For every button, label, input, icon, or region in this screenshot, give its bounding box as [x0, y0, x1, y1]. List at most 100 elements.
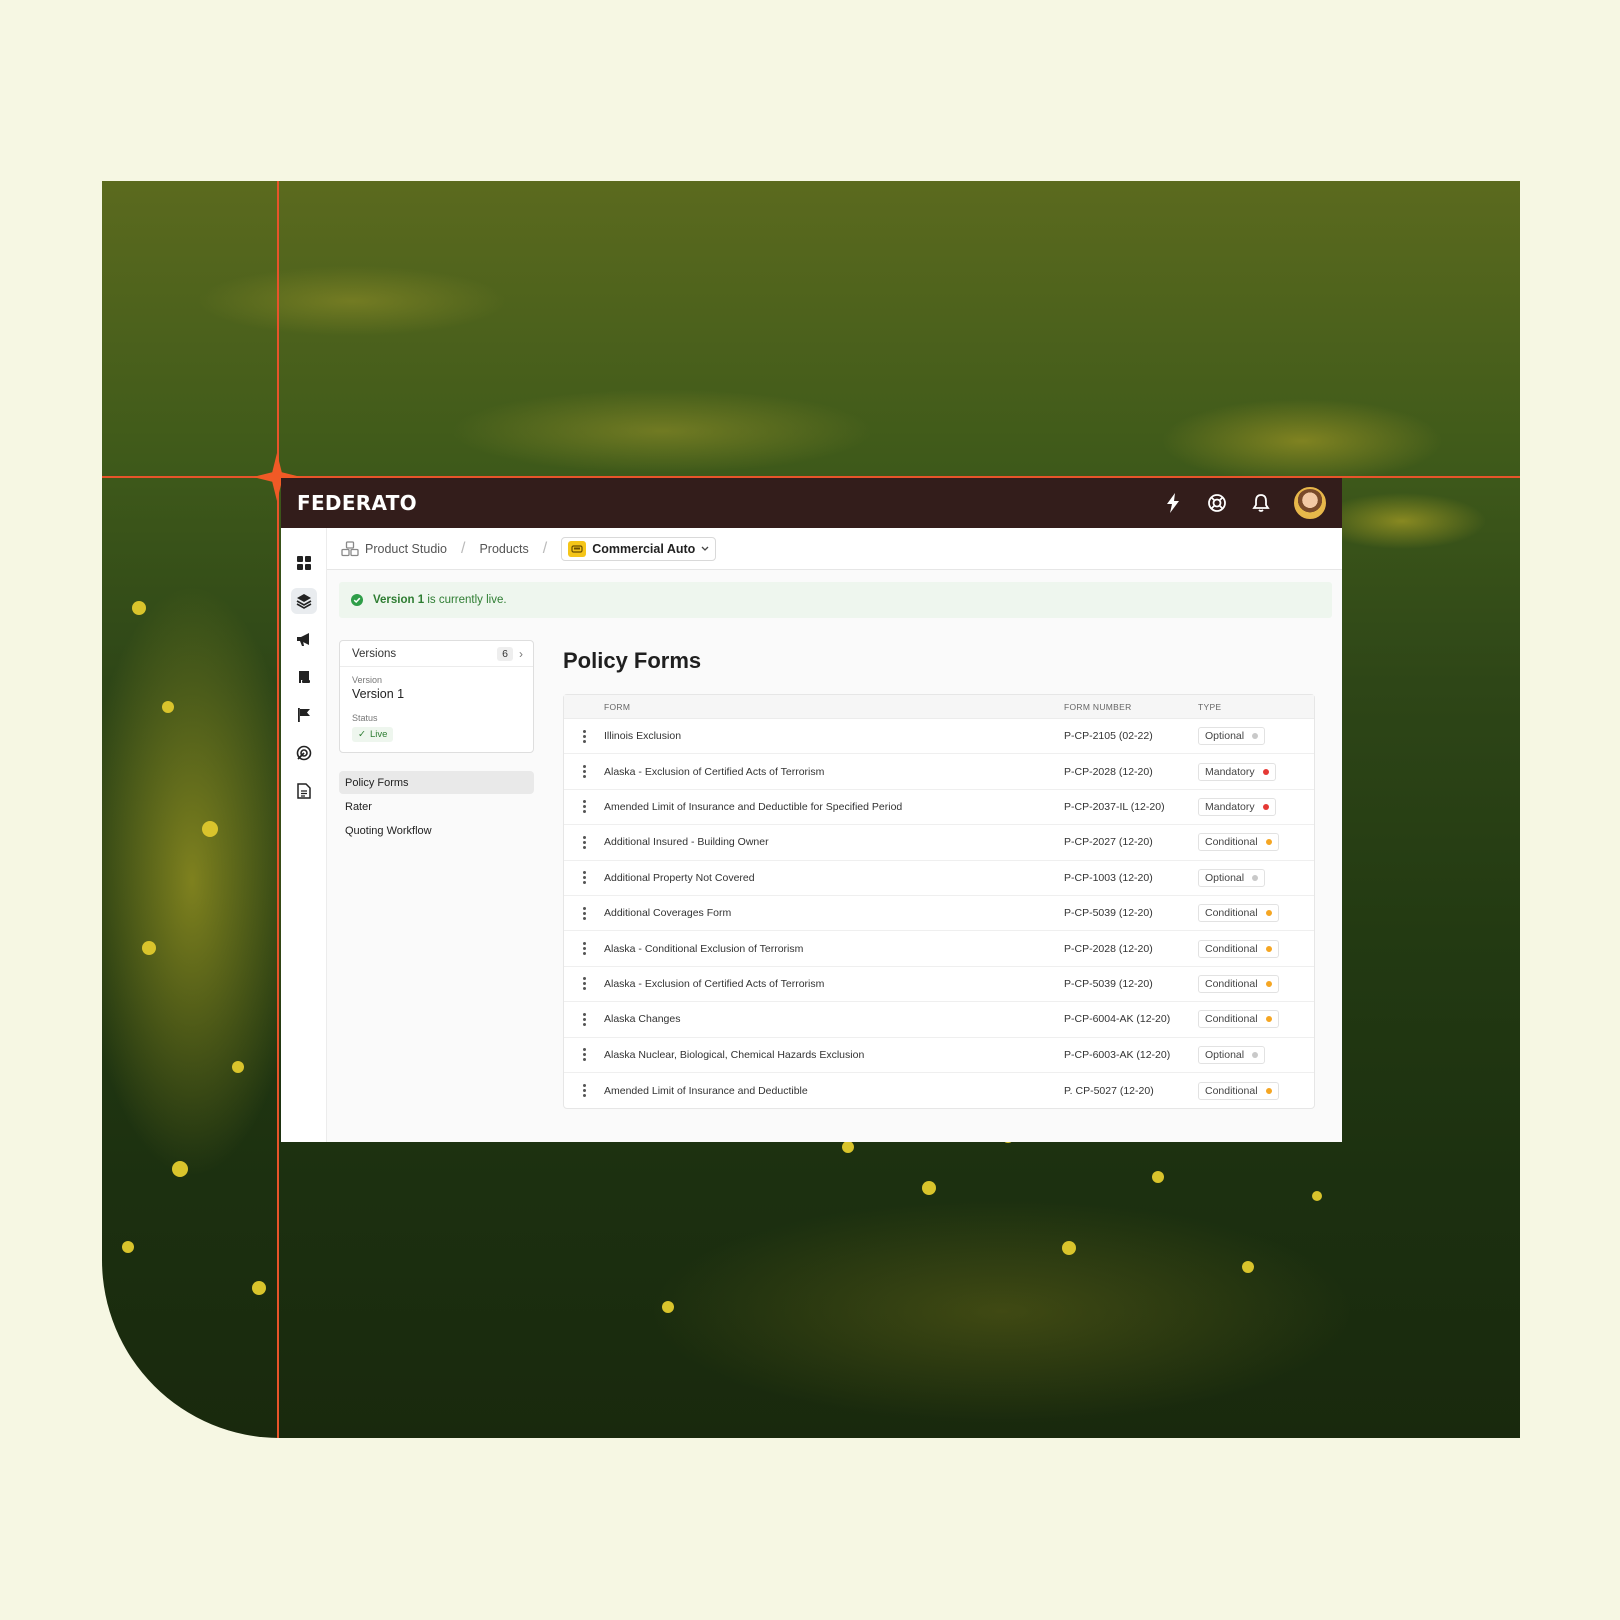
kebab-menu-icon[interactable] — [582, 1012, 586, 1026]
kebab-menu-icon[interactable] — [582, 942, 586, 956]
type-status-dot — [1265, 1087, 1272, 1094]
banner-version: Version 1 — [373, 594, 425, 606]
kebab-menu-icon[interactable] — [582, 1084, 586, 1098]
column-header-type[interactable]: TYPE — [1198, 702, 1314, 712]
flag-icon[interactable] — [291, 702, 317, 728]
table-row[interactable]: Alaska - Conditional Exclusion of Terror… — [564, 931, 1314, 967]
form-name: Alaska Nuclear, Biological, Chemical Haz… — [604, 1048, 865, 1061]
kebab-menu-icon[interactable] — [582, 977, 586, 991]
table-row[interactable]: Illinois Exclusion P-CP-2105 (02-22) Optio… — [564, 719, 1314, 755]
versions-header[interactable]: Versions 6 › — [340, 641, 533, 667]
form-name: Amended Limit of Insurance and Deductibl… — [604, 1084, 808, 1097]
form-name: Additional Insured - Building Owner — [604, 836, 769, 849]
form-number: P-CP-5039 (12-20) — [1064, 977, 1153, 990]
form-name: Alaska - Exclusion of Certified Acts of … — [604, 765, 825, 778]
row-menu[interactable] — [564, 1084, 604, 1098]
table-row[interactable]: Additional Property Not Covered P-CP-1003… — [564, 861, 1314, 896]
sub-navigation: Policy Forms Rater Quoting Workflow — [339, 771, 534, 842]
table-row[interactable]: Amended Limit of Insurance and Deductibl… — [564, 1073, 1314, 1108]
form-number: P-CP-5039 (12-20) — [1064, 907, 1153, 920]
scroll-icon[interactable] — [291, 664, 317, 690]
chevron-right-icon[interactable]: › — [519, 647, 523, 661]
brand-logo[interactable]: FEDERATO — [297, 491, 417, 515]
kebab-menu-icon[interactable] — [582, 906, 586, 920]
live-version-banner: Version 1 is currently live. — [339, 582, 1332, 618]
form-number: P-CP-2028 (12-20) — [1064, 942, 1153, 955]
type-label: Conditional — [1205, 907, 1258, 920]
form-name: Additional Coverages Form — [604, 907, 732, 920]
icon-rail — [281, 528, 327, 1142]
type-status-dot — [1252, 874, 1259, 881]
table-row[interactable]: Additional Insured - Building Owner P-CP-… — [564, 825, 1314, 861]
grid-icon[interactable] — [291, 550, 317, 576]
subnav-item-quoting-workflow[interactable]: Quoting Workflow — [339, 819, 534, 842]
versions-card: Versions 6 › Version Version 1 Status ✓ … — [339, 640, 534, 753]
table-row[interactable]: Alaska Changes P-CP-6004-AK (12-20) Condit… — [564, 1002, 1314, 1038]
type-badge: Optional — [1198, 868, 1266, 887]
type-status-dot — [1265, 1016, 1272, 1023]
subnav-item-rater[interactable]: Rater — [339, 795, 534, 818]
kebab-menu-icon[interactable] — [582, 1048, 586, 1062]
layers-icon[interactable] — [290, 588, 317, 614]
subnav-item-policy-forms[interactable]: Policy Forms — [339, 771, 534, 794]
form-number: P-CP-2028 (12-20) — [1064, 765, 1153, 778]
row-menu[interactable] — [564, 765, 604, 779]
radar-icon[interactable] — [291, 740, 317, 766]
type-label: Optional — [1205, 1048, 1245, 1061]
lightning-icon[interactable] — [1162, 492, 1184, 514]
table-row[interactable]: Additional Coverages Form P-CP-5039 (12-2… — [564, 896, 1314, 932]
versions-label: Versions — [352, 647, 397, 660]
version-value: Version 1 — [352, 687, 405, 701]
row-menu[interactable] — [564, 977, 604, 991]
row-menu[interactable] — [564, 906, 604, 920]
user-avatar[interactable] — [1294, 487, 1326, 519]
form-name: Illinois Exclusion — [604, 730, 682, 743]
kebab-menu-icon[interactable] — [582, 800, 586, 814]
table-row[interactable]: Amended Limit of Insurance and Deductibl… — [564, 790, 1314, 826]
kebab-menu-icon[interactable] — [582, 729, 586, 743]
document-icon[interactable] — [291, 778, 317, 804]
column-header-form[interactable]: FORM — [604, 702, 1064, 712]
type-badge: Conditional — [1198, 904, 1279, 923]
column-header-form-number[interactable]: FORM NUMBER — [1064, 702, 1198, 712]
type-label: Conditional — [1205, 1013, 1258, 1026]
breadcrumb-label: Product Studio — [365, 541, 447, 556]
breadcrumb-separator: / — [461, 539, 466, 557]
kebab-menu-icon[interactable] — [582, 871, 586, 885]
type-label: Conditional — [1205, 942, 1258, 955]
row-menu[interactable] — [564, 1012, 604, 1026]
row-menu[interactable] — [564, 729, 604, 743]
row-menu[interactable] — [564, 835, 604, 849]
check-circle-icon — [351, 594, 363, 606]
product-select-value: Commercial Auto — [592, 541, 696, 556]
table-row[interactable]: Alaska - Exclusion of Certified Acts of … — [564, 754, 1314, 790]
breadcrumb: Product Studio / Products / Commercial A… — [327, 528, 1342, 570]
product-select[interactable]: Commercial Auto — [561, 536, 717, 561]
type-badge: Conditional — [1198, 833, 1279, 852]
form-number: P-CP-2027 (12-20) — [1064, 836, 1153, 849]
table-body: Illinois Exclusion P-CP-2105 (02-22) Optio… — [564, 719, 1314, 1108]
type-badge: Optional — [1198, 727, 1266, 746]
breadcrumb-separator: / — [542, 539, 548, 557]
status-value: Live — [369, 729, 388, 740]
type-label: Mandatory — [1205, 800, 1255, 813]
kebab-menu-icon[interactable] — [582, 835, 586, 849]
row-menu[interactable] — [564, 942, 604, 956]
form-name: Additional Property Not Covered — [604, 871, 755, 884]
table-row[interactable]: Alaska - Exclusion of Certified Acts of … — [564, 967, 1314, 1003]
breadcrumb-product-studio[interactable]: Product Studio — [341, 540, 447, 557]
row-menu[interactable] — [564, 871, 604, 885]
breadcrumb-products[interactable]: Products — [479, 542, 528, 556]
type-badge: Conditional — [1198, 1081, 1279, 1100]
table-row[interactable]: Alaska Nuclear, Biological, Chemical Haz… — [564, 1038, 1314, 1073]
type-status-dot — [1252, 733, 1259, 740]
type-status-dot — [1265, 910, 1272, 917]
megaphone-icon[interactable] — [291, 626, 317, 652]
bell-icon[interactable] — [1250, 492, 1272, 514]
policy-forms-table: FORM FORM NUMBER TYPE Illinois Exclusion… — [563, 694, 1315, 1110]
lifebuoy-icon[interactable] — [1206, 492, 1228, 514]
row-menu[interactable] — [564, 800, 604, 814]
row-menu[interactable] — [564, 1048, 604, 1062]
kebab-menu-icon[interactable] — [582, 765, 586, 779]
form-number: P-CP-2037-IL (12-20) — [1064, 800, 1165, 813]
